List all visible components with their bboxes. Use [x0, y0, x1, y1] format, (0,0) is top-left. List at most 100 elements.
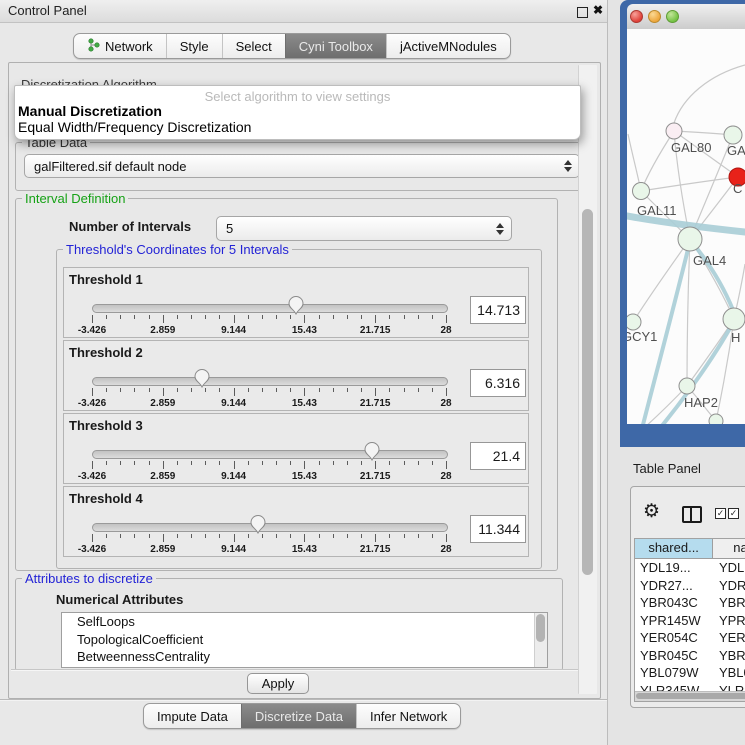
- list-scrollbar[interactable]: [534, 613, 547, 667]
- network-node[interactable]: [679, 378, 695, 394]
- slider-tick: [248, 315, 249, 319]
- slider-tick: [290, 461, 291, 465]
- table-row[interactable]: YDR27...YDR2: [635, 577, 745, 595]
- network-node-label: H: [731, 330, 740, 345]
- panel-scrollbar-thumb[interactable]: [582, 209, 593, 575]
- control-panel-titlebar[interactable]: Control Panel ✖: [0, 0, 607, 23]
- slider-tick-label: 9.144: [221, 544, 246, 555]
- cyni-toolbox-panel: Discretization Algorithm Select algorith…: [8, 62, 601, 699]
- tab-jactivemnodules[interactable]: jActiveMNodules: [386, 34, 510, 58]
- table-h-scrollbar[interactable]: [635, 691, 745, 701]
- table-cell: YDR27...: [635, 577, 709, 595]
- split-table-icon[interactable]: [682, 506, 702, 523]
- threshold-value-field[interactable]: 11.344: [470, 515, 526, 543]
- slider-tick: [149, 315, 150, 319]
- slider-tick: [248, 388, 249, 392]
- table-panel: ⚙ ✓ ✓ shared...na YDL19...YDL1YDR27...YD…: [630, 486, 745, 708]
- network-node[interactable]: [666, 123, 682, 139]
- tab-discretize-data[interactable]: Discretize Data: [241, 704, 356, 728]
- slider-track[interactable]: [92, 377, 448, 386]
- threshold-value-field[interactable]: 14.713: [470, 296, 526, 324]
- slider-tick: [177, 461, 178, 465]
- slider-thumb[interactable]: [288, 296, 304, 315]
- table-row[interactable]: YBR043CYBR0: [635, 594, 745, 612]
- threshold-value-field[interactable]: 6.316: [470, 369, 526, 397]
- table-h-scrollbar-thumb[interactable]: [636, 693, 745, 699]
- slider-tick-label: -3.426: [78, 471, 106, 482]
- slider-tick: [432, 461, 433, 465]
- network-node[interactable]: [709, 414, 723, 424]
- attribute-list-item[interactable]: SelfLoops: [62, 613, 547, 631]
- table-column-header[interactable]: shared...: [635, 539, 713, 558]
- table-column-header[interactable]: na: [713, 539, 745, 558]
- slider-thumb[interactable]: [250, 515, 266, 534]
- slider-tick: [276, 388, 277, 392]
- threshold-value-field[interactable]: 21.4: [470, 442, 526, 470]
- slider-track[interactable]: [92, 523, 448, 532]
- list-scrollbar-thumb[interactable]: [536, 614, 545, 642]
- slider-tick-label: 15.43: [292, 325, 317, 336]
- close-icon[interactable]: ✖: [593, 3, 603, 17]
- slider-tick: [404, 461, 405, 465]
- tab-impute-data[interactable]: Impute Data: [144, 704, 241, 728]
- close-traffic-light-icon[interactable]: [630, 10, 643, 23]
- slider-thumb[interactable]: [364, 442, 380, 461]
- network-view-window[interactable]: GAL80GACGAL11GAL4GCY1HHAP2: [620, 0, 745, 447]
- slider-tick: [248, 461, 249, 465]
- slider-track[interactable]: [92, 450, 448, 459]
- network-icon: [87, 38, 100, 55]
- slider-tick: [375, 461, 376, 469]
- tab-cyni-toolbox[interactable]: Cyni Toolbox: [285, 34, 386, 58]
- slider-tick: [177, 315, 178, 319]
- slider-tick: [361, 388, 362, 392]
- column-checkbox-icon[interactable]: ✓: [728, 508, 739, 519]
- attribute-list-item[interactable]: BetweennessCentrality: [62, 648, 547, 666]
- network-node[interactable]: [723, 308, 745, 330]
- network-window-titlebar[interactable]: [627, 4, 745, 30]
- table-row[interactable]: YPR145WYPR1: [635, 612, 745, 630]
- panel-scrollbar[interactable]: [578, 65, 597, 694]
- table-row[interactable]: YBL079WYBL0: [635, 664, 745, 682]
- number-of-intervals-label: Number of Intervals: [69, 219, 191, 234]
- table-row[interactable]: YER054CYER0: [635, 629, 745, 647]
- algorithm-option[interactable]: Equal Width/Frequency Discretization: [18, 119, 251, 135]
- numerical-attributes-list[interactable]: SelfLoopsTopologicalCoefficientBetweenne…: [61, 612, 548, 668]
- table-data-select[interactable]: galFiltered.sif default node: [24, 154, 580, 178]
- tab-infer-network[interactable]: Infer Network: [356, 704, 460, 728]
- slider-thumb[interactable]: [194, 369, 210, 388]
- apply-button[interactable]: Apply: [247, 673, 309, 694]
- slider-tick: [290, 534, 291, 538]
- attribute-list-item[interactable]: TopologicalCoefficient: [62, 631, 547, 649]
- minimize-traffic-light-icon[interactable]: [648, 10, 661, 23]
- slider-tick: [262, 315, 263, 319]
- float-window-icon[interactable]: [577, 7, 588, 18]
- network-canvas[interactable]: GAL80GACGAL11GAL4GCY1HHAP2: [627, 29, 745, 424]
- algorithm-placeholder: Select algorithm to view settings: [15, 89, 580, 104]
- slider-track[interactable]: [92, 304, 448, 313]
- threshold-label: Threshold 2: [69, 345, 143, 360]
- section-divider: [11, 669, 597, 671]
- settings-gear-icon[interactable]: ⚙: [643, 500, 660, 523]
- slider-tick-label: 2.859: [150, 398, 175, 409]
- tab-style[interactable]: Style: [166, 34, 222, 58]
- network-node[interactable]: [678, 227, 702, 251]
- network-node-label: GAL80: [671, 140, 711, 155]
- tab-network[interactable]: Network: [74, 34, 166, 58]
- algorithm-option[interactable]: Manual Discretization: [18, 103, 162, 119]
- table-row[interactable]: YBR045CYBR0: [635, 647, 745, 665]
- slider-tick: [347, 388, 348, 392]
- network-node[interactable]: [627, 314, 641, 330]
- number-of-intervals-select[interactable]: 5: [216, 216, 512, 241]
- slider-tick: [149, 461, 150, 465]
- slider-tick: [333, 534, 334, 538]
- network-node[interactable]: [633, 183, 650, 200]
- network-node[interactable]: [724, 126, 742, 144]
- zoom-traffic-light-icon[interactable]: [666, 10, 679, 23]
- table-cell: YDL1: [709, 559, 745, 577]
- threshold-row: Threshold 1-3.4262.8599.14415.4321.71528…: [63, 267, 529, 338]
- tab-select[interactable]: Select: [222, 34, 285, 58]
- table-row[interactable]: YDL19...YDL1: [635, 559, 745, 577]
- node-attribute-table[interactable]: shared...na YDL19...YDL1YDR27...YDR2YBR0…: [634, 538, 745, 702]
- column-checkbox-icon[interactable]: ✓: [715, 508, 726, 519]
- slider-tick: [262, 534, 263, 538]
